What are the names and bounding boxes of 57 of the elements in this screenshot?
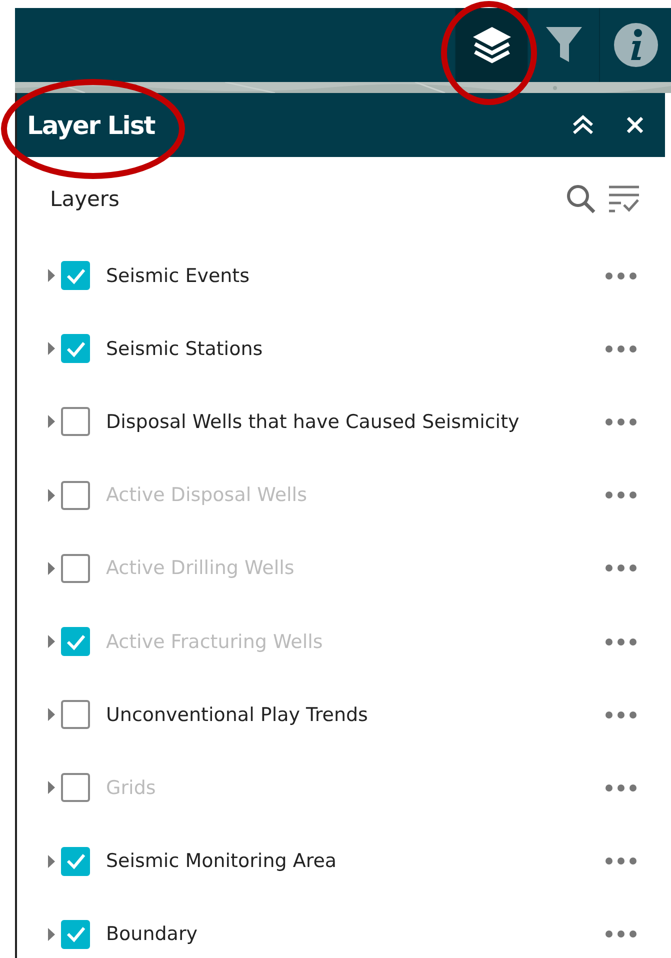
expand-arrow-icon[interactable] <box>47 415 55 428</box>
more-options-button[interactable] <box>605 857 637 866</box>
layer-checkbox[interactable] <box>61 700 90 730</box>
more-options-button[interactable] <box>605 930 637 938</box>
list-check-icon <box>607 183 641 215</box>
close-icon <box>625 115 645 135</box>
check-icon <box>64 632 86 651</box>
layer-name: Active Drilling Wells <box>106 557 296 580</box>
layer-checkbox[interactable] <box>61 261 90 290</box>
check-icon <box>64 340 86 358</box>
search-icon <box>565 183 597 215</box>
expand-arrow-icon[interactable] <box>47 854 55 868</box>
layer-name: Unconventional Play Trends <box>106 704 369 726</box>
more-options-button[interactable] <box>605 272 637 280</box>
layer-name: Disposal Wells that have Caused Seismicity <box>106 410 520 433</box>
more-options-button[interactable] <box>605 564 637 572</box>
more-options-button[interactable] <box>605 344 637 353</box>
expand-arrow-icon[interactable] <box>47 269 55 282</box>
layer-checkbox[interactable] <box>61 846 90 876</box>
more-options-button[interactable] <box>605 784 637 792</box>
expand-arrow-icon[interactable] <box>47 781 55 794</box>
filter-list-button[interactable] <box>607 183 641 215</box>
layer-checkbox[interactable] <box>61 627 90 656</box>
layers-heading: Layers <box>50 187 120 211</box>
layer-name: Seismic Monitoring Area <box>106 850 338 872</box>
layer-checkbox[interactable] <box>61 773 90 802</box>
layers-button[interactable] <box>455 8 527 82</box>
layer-checkbox[interactable] <box>61 480 90 510</box>
layer-name: Boundary <box>106 923 199 946</box>
layer-name: Seismic Stations <box>106 338 264 360</box>
expand-arrow-icon[interactable] <box>47 928 55 941</box>
layer-name: Grids <box>106 776 157 799</box>
layer-checkbox[interactable] <box>61 407 90 436</box>
layer-checkbox[interactable] <box>61 554 90 583</box>
close-button[interactable] <box>625 115 645 135</box>
collapse-button[interactable] <box>571 114 595 136</box>
layer-name: Seismic Events <box>106 264 251 287</box>
more-options-button[interactable] <box>605 418 637 426</box>
expand-arrow-icon[interactable] <box>47 342 55 356</box>
check-icon <box>64 925 86 944</box>
expand-arrow-icon[interactable] <box>47 488 55 502</box>
info-icon <box>612 22 658 68</box>
panel-title: Layer List <box>27 110 155 140</box>
layer-checkbox[interactable] <box>61 334 90 364</box>
expand-arrow-icon[interactable] <box>47 635 55 648</box>
more-options-button[interactable] <box>605 491 637 500</box>
more-options-button[interactable] <box>605 638 637 646</box>
chevrons-up-icon <box>571 114 595 136</box>
more-options-button[interactable] <box>605 710 637 719</box>
expand-arrow-icon[interactable] <box>47 708 55 722</box>
layer-name: Active Disposal Wells <box>106 484 308 506</box>
check-icon <box>64 852 86 870</box>
layer-checkbox[interactable] <box>61 920 90 949</box>
search-button[interactable] <box>565 183 597 215</box>
expand-arrow-icon[interactable] <box>47 562 55 575</box>
layer-name: Active Fracturing Wells <box>106 630 324 653</box>
check-icon <box>64 266 86 285</box>
